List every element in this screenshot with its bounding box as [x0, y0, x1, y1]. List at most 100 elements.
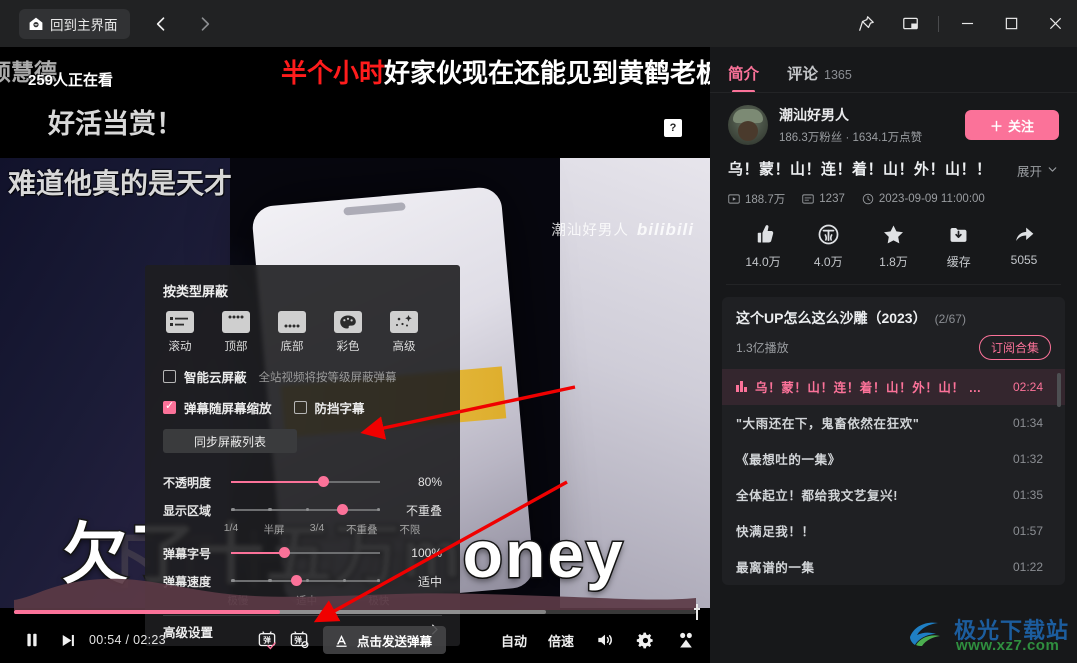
- tab-comments[interactable]: 评论 1365: [787, 62, 852, 93]
- subscribe-collection-button[interactable]: 订阅合集: [978, 334, 1051, 360]
- danmaku-report-badge[interactable]: ?: [664, 119, 682, 137]
- scale-label: 不限: [399, 524, 421, 536]
- coin-count: 4.0万: [813, 254, 843, 269]
- next-track-icon: [62, 634, 74, 646]
- player-settings-button[interactable]: [636, 631, 655, 650]
- slider-knob[interactable]: [317, 476, 329, 487]
- home-button[interactable]: 回到主界面: [19, 8, 130, 39]
- advanced-danmaku-icon: [390, 311, 418, 333]
- danmaku-type-scroll[interactable]: 滚动: [163, 311, 197, 354]
- publish-date-value: 2023-09-09 11:00:00: [878, 192, 985, 205]
- list-item[interactable]: 最离谱的一集 01:22: [722, 549, 1065, 585]
- list-item[interactable]: 《最想吐的一集》 01:32: [722, 441, 1065, 477]
- collection-subrow: 1.3亿播放 订阅合集: [736, 334, 1051, 360]
- display-area-scale: 1/4 半屏 3/4 不重叠 不限: [224, 522, 421, 536]
- playlist-scrollbar[interactable]: [1057, 372, 1061, 407]
- volume-button[interactable]: [595, 630, 615, 650]
- coin-button[interactable]: 4.0万: [805, 223, 851, 270]
- danmaku-type-advanced[interactable]: 高级: [387, 311, 421, 354]
- player-right-controls: 自动 倍速: [501, 630, 696, 650]
- scroll-danmaku-icon: [166, 311, 194, 333]
- forward-button[interactable]: [192, 11, 218, 37]
- display-area-slider[interactable]: [231, 500, 380, 520]
- send-danmaku-label: 点击发送弹幕: [357, 634, 433, 649]
- font-size-slider[interactable]: [231, 543, 380, 563]
- scale-with-screen-checkbox[interactable]: [163, 399, 176, 414]
- pause-button[interactable]: [22, 630, 42, 650]
- progress-bar[interactable]: [14, 610, 696, 614]
- close-button[interactable]: [1033, 0, 1077, 47]
- collection-playlist[interactable]: 乌！蒙！山！连！着！山！外！山！ … 02:24 "大雨还在下，鬼畜依然在狂欢"…: [722, 368, 1065, 585]
- list-item[interactable]: "大雨还在下，鬼畜依然在狂欢" 01:34: [722, 405, 1065, 441]
- watermark-text-cn: 极光下载站: [954, 618, 1070, 643]
- danmaku-settings-icon: 弹: [290, 631, 309, 649]
- quality-button[interactable]: 自动: [501, 631, 527, 650]
- next-button[interactable]: [58, 631, 77, 650]
- player-control-bar: 00:54 / 02:23 弹 弹 点击发送弹幕 自动 倍速: [0, 617, 710, 663]
- list-item-duration: 02:24: [1012, 379, 1043, 394]
- slider-fill: [231, 481, 324, 483]
- danmaku-type-top[interactable]: 顶部: [219, 311, 253, 354]
- watermark-logo-icon: [910, 622, 940, 646]
- top-danmaku-icon: [222, 311, 250, 333]
- window-controls-divider: [938, 15, 939, 32]
- uploader-meta: 潮汕好男人 186.3万粉丝 · 1634.1万点赞: [779, 105, 965, 145]
- star-icon: [884, 225, 903, 244]
- list-item[interactable]: 乌！蒙！山！连！着！山！外！山！ … 02:24: [722, 368, 1065, 405]
- slider-knob[interactable]: [279, 547, 291, 558]
- maximize-button[interactable]: [989, 0, 1033, 47]
- list-item-duration: 01:32: [1012, 451, 1043, 466]
- list-item[interactable]: 全体起立！都给我文艺复兴! 01:35: [722, 477, 1065, 513]
- actions-divider: [726, 283, 1061, 285]
- like-button[interactable]: 14.0万: [740, 223, 786, 270]
- tab-intro[interactable]: 简介: [728, 62, 759, 93]
- cloud-block-row: 智能云屏蔽 全站视频将按等级屏蔽弹幕: [163, 367, 442, 386]
- scale-with-screen-label: 弹幕随屏幕缩放: [184, 402, 272, 416]
- pin-button[interactable]: [844, 0, 888, 47]
- clock-icon: [862, 193, 874, 205]
- expand-description-button[interactable]: 展开: [1017, 161, 1059, 180]
- expand-label: 展开: [1016, 165, 1042, 179]
- web-fullscreen-button[interactable]: [676, 630, 696, 650]
- picture-in-picture-button[interactable]: [888, 0, 932, 47]
- danmaku-type-color[interactable]: 彩色: [331, 311, 365, 354]
- favorite-button[interactable]: 1.8万: [871, 223, 917, 270]
- cloud-block-checkbox[interactable]: [163, 370, 176, 383]
- window-controls: [844, 0, 1077, 47]
- download-button[interactable]: 缓存: [936, 223, 982, 270]
- list-item[interactable]: 快满足我！！ 01:57: [722, 513, 1065, 549]
- danmaku-comment: 半个小时: [281, 58, 386, 88]
- follow-button[interactable]: ＋ 关注: [965, 110, 1059, 140]
- display-area-value: 不重叠: [405, 503, 442, 518]
- web-fullscreen-icon: [680, 632, 692, 648]
- block-by-type-title: 按类型屏蔽: [163, 284, 229, 299]
- send-danmaku-button[interactable]: 点击发送弹幕: [323, 626, 447, 654]
- minimize-button[interactable]: [945, 0, 989, 47]
- cloud-block-label: 智能云屏蔽: [184, 371, 247, 385]
- app-window: 回到主界面 潮汕好男人 bilibili 慧德 259人正在看 好活当赏！ 难道…: [0, 0, 1077, 663]
- list-item-title: 全体起立！都给我文艺复兴!: [736, 489, 898, 504]
- video-stage[interactable]: 下了十五万 欠了十五万money 潮汕好男人 bilibili 顺慧德 259人…: [0, 47, 710, 663]
- back-button[interactable]: [148, 11, 174, 37]
- danmaku-toggle-button[interactable]: 弹: [256, 629, 278, 651]
- slider-knob[interactable]: [337, 504, 349, 515]
- collection-title: 这个UP怎么这么沙雕（2023）: [736, 309, 927, 326]
- prevent-subtitle-checkbox[interactable]: [293, 401, 307, 414]
- site-watermark: 极光下载站 www.xz7.com: [906, 611, 1071, 659]
- display-area-label: 显示区域: [163, 503, 212, 518]
- download-label: 缓存: [946, 254, 971, 269]
- danmaku-settings-button[interactable]: 弹: [288, 629, 310, 651]
- danmaku-type-label: 高级: [392, 341, 416, 353]
- speed-button[interactable]: 倍速: [548, 631, 574, 650]
- sync-block-list-button[interactable]: 同步屏蔽列表: [163, 429, 297, 453]
- nav-arrows: [148, 11, 218, 37]
- share-button[interactable]: 5055: [1001, 223, 1047, 270]
- tab-intro-label: 简介: [728, 66, 760, 83]
- danmaku-comment: 难道他真的是天才: [8, 168, 233, 199]
- avatar[interactable]: [728, 105, 768, 145]
- favorite-count: 1.8万: [879, 254, 908, 269]
- download-icon: [950, 227, 967, 242]
- opacity-slider[interactable]: [231, 472, 380, 492]
- danmaku-type-bottom[interactable]: 底部: [275, 311, 309, 354]
- pause-icon: [27, 633, 37, 647]
